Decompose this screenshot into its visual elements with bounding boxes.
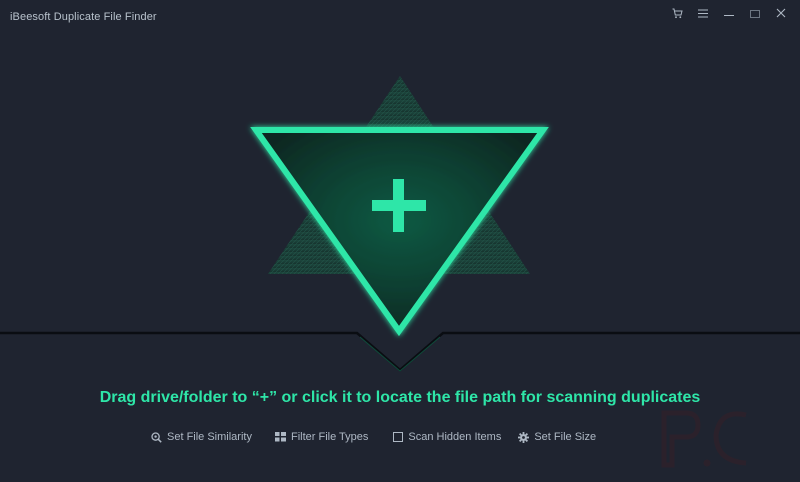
set-file-similarity-label: Set File Similarity xyxy=(167,431,252,443)
magnify-icon xyxy=(151,431,162,443)
app-window: iBeesoft Duplicate File Finder Drag driv… xyxy=(0,0,800,482)
filter-file-types-label: Filter File Types xyxy=(290,431,369,443)
scan-hidden-items-label: Scan Hidden Items xyxy=(408,431,502,443)
plus-icon xyxy=(372,179,426,232)
grid-icon xyxy=(274,432,286,442)
checkbox-icon[interactable] xyxy=(393,432,404,442)
gear-icon xyxy=(518,431,530,443)
watermark-logo xyxy=(660,405,752,471)
scan-hidden-items-option[interactable]: Scan Hidden Items xyxy=(393,431,501,443)
set-file-size-label: Set File Size xyxy=(534,431,597,443)
filter-file-types-option[interactable]: Filter File Types xyxy=(274,431,369,443)
divider-line xyxy=(0,331,800,372)
set-file-size-option[interactable]: Set File Size xyxy=(518,431,596,443)
scan-options: Set File Similarity Filter File Types Sc… xyxy=(151,431,596,443)
set-file-similarity-option[interactable]: Set File Similarity xyxy=(151,431,252,443)
add-folder-button[interactable] xyxy=(255,127,545,337)
